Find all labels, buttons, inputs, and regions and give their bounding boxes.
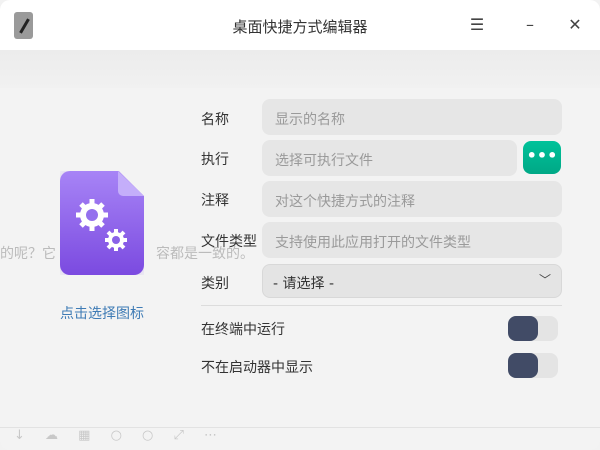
mimetype-label: 文件类型 bbox=[201, 234, 257, 250]
browse-button[interactable]: ••• bbox=[523, 141, 561, 174]
comment-input[interactable]: 对这个快捷方式的注释 bbox=[262, 181, 562, 217]
divider bbox=[201, 305, 562, 306]
category-label: 类别 bbox=[201, 276, 229, 292]
nodisplay-toggle[interactable] bbox=[508, 353, 558, 378]
gears-icon bbox=[76, 199, 127, 251]
close-button[interactable]: ✕ bbox=[563, 13, 587, 37]
nodisplay-label: 不在启动器中显示 bbox=[201, 360, 313, 376]
main-window: 的呢？它 容都是一致的。 ↓ ☁ ▦ ○ ○ ⤢ ⋯ 桌面快捷方式编辑器 ☰ – … bbox=[0, 0, 600, 450]
mimetype-input[interactable]: 支持使用此应用打开的文件类型 bbox=[262, 222, 562, 258]
window-title: 桌面快捷方式编辑器 bbox=[232, 18, 368, 36]
category-select[interactable]: - 请选择 - ﹀ bbox=[262, 264, 562, 298]
titlebar: 桌面快捷方式编辑器 ☰ – ✕ bbox=[0, 0, 600, 50]
background-window-strip bbox=[0, 50, 600, 88]
toggle-knob bbox=[508, 316, 538, 341]
toggle-knob bbox=[508, 353, 538, 378]
background-text-left: 的呢？它 bbox=[0, 246, 56, 262]
terminal-label: 在终端中运行 bbox=[201, 322, 285, 338]
name-label: 名称 bbox=[201, 112, 229, 128]
terminal-toggle[interactable] bbox=[508, 316, 558, 341]
exec-label: 执行 bbox=[201, 152, 229, 168]
category-selected: - 请选择 - bbox=[273, 276, 335, 292]
pick-icon-link[interactable]: 点击选择图标 bbox=[60, 303, 144, 323]
name-input[interactable]: 显示的名称 bbox=[262, 99, 562, 135]
comment-label: 注释 bbox=[201, 193, 229, 209]
minimize-button[interactable]: – bbox=[518, 13, 542, 37]
background-toolbar: ↓ ☁ ▦ ○ ○ ⤢ ⋯ bbox=[0, 427, 600, 450]
chevron-down-icon: ﹀ bbox=[538, 273, 551, 287]
menu-button[interactable]: ☰ bbox=[465, 13, 489, 37]
exec-input[interactable]: 选择可执行文件 bbox=[262, 140, 517, 176]
